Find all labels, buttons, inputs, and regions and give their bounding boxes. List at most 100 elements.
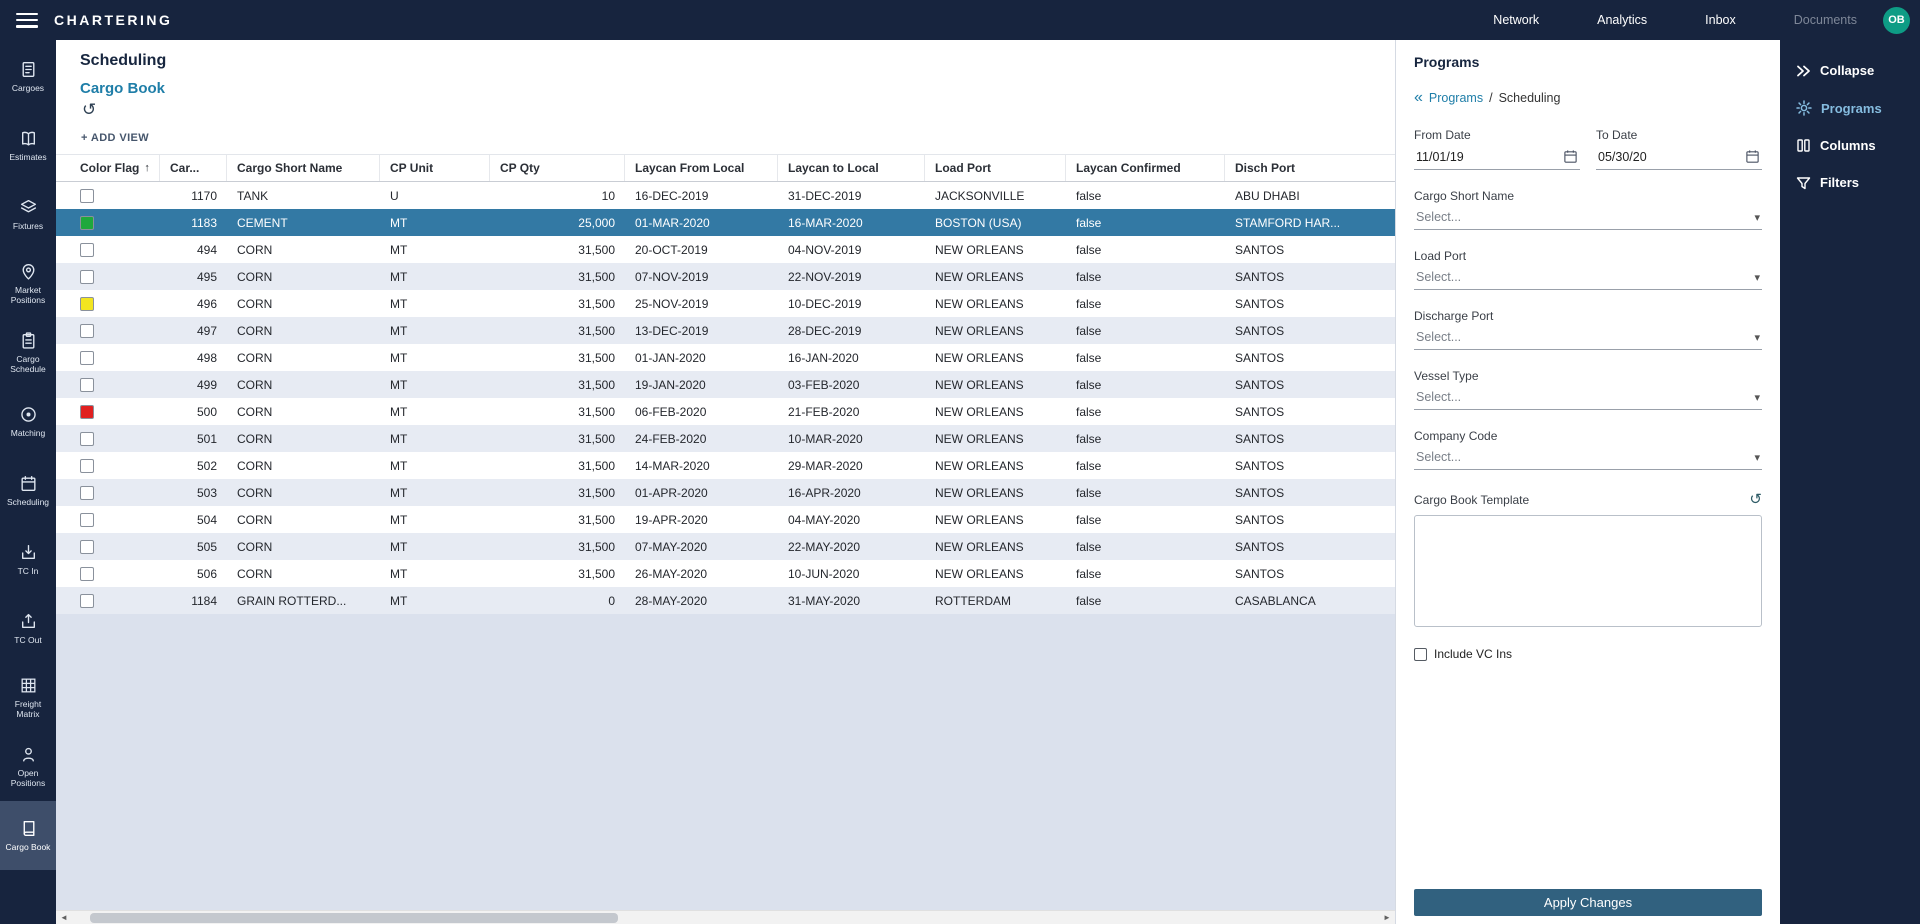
- table-row[interactable]: 500 CORN MT 31,500 06-FEB-2020 21-FEB-20…: [56, 398, 1395, 425]
- calendar-icon[interactable]: [1745, 149, 1760, 164]
- sidebar-item-cargo-book[interactable]: Cargo Book: [0, 801, 56, 870]
- hamburger-menu-icon[interactable]: [16, 13, 38, 28]
- cargo-short-name-select[interactable]: Select... ▾: [1414, 203, 1762, 230]
- cargo-book-template-input[interactable]: [1414, 515, 1762, 627]
- sidebar-item-label: Scheduling: [7, 497, 49, 507]
- load-port-select[interactable]: Select... ▾: [1414, 263, 1762, 290]
- include-vc-ins-checkbox[interactable]: [1414, 648, 1427, 661]
- column-header-cp-unit[interactable]: CP Unit: [380, 155, 490, 181]
- discharge-port-select[interactable]: Select... ▾: [1414, 323, 1762, 350]
- vessel-type-select[interactable]: Select... ▾: [1414, 383, 1762, 410]
- collapse-button[interactable]: Collapse: [1780, 52, 1920, 89]
- cp-unit-cell: MT: [380, 317, 490, 344]
- sidebar-item-open-positions[interactable]: Open Positions: [0, 732, 56, 801]
- to-date-input[interactable]: 05/30/20: [1596, 142, 1762, 170]
- apply-changes-button[interactable]: Apply Changes: [1414, 889, 1762, 916]
- column-header-load-port[interactable]: Load Port: [925, 155, 1066, 181]
- double-chevron-left-icon[interactable]: «: [1414, 90, 1423, 106]
- color-flag-checkbox[interactable]: [80, 540, 94, 554]
- user-avatar[interactable]: OB: [1883, 7, 1910, 34]
- disch-port-cell: SANTOS: [1225, 371, 1395, 398]
- table-row[interactable]: 494 CORN MT 31,500 20-OCT-2019 04-NOV-20…: [56, 236, 1395, 263]
- undo-icon[interactable]: ↺: [1749, 492, 1762, 507]
- sidebar-item-scheduling[interactable]: Scheduling: [0, 456, 56, 525]
- color-flag-checkbox[interactable]: [80, 270, 94, 284]
- disch-port-cell: SANTOS: [1225, 506, 1395, 533]
- color-flag-checkbox[interactable]: [80, 216, 94, 230]
- table-row[interactable]: 1184 GRAIN ROTTERD... MT 0 28-MAY-2020 3…: [56, 587, 1395, 614]
- column-header-cargo-short-name[interactable]: Cargo Short Name: [227, 155, 380, 181]
- chevron-down-icon: ▾: [1754, 211, 1760, 224]
- sidebar-item-estimates[interactable]: Estimates: [0, 111, 56, 180]
- column-header-disch-port[interactable]: Disch Port: [1225, 155, 1395, 181]
- undo-icon[interactable]: ↺: [82, 101, 104, 118]
- sidebar-item-freight-matrix[interactable]: Freight Matrix: [0, 663, 56, 732]
- color-flag-checkbox[interactable]: [80, 243, 94, 257]
- toolbar-item-programs[interactable]: Programs: [1780, 89, 1920, 127]
- sidebar-item-tc-out[interactable]: TC Out: [0, 594, 56, 663]
- table-row[interactable]: 504 CORN MT 31,500 19-APR-2020 04-MAY-20…: [56, 506, 1395, 533]
- color-flag-checkbox[interactable]: [80, 486, 94, 500]
- color-flag-cell: [56, 344, 160, 371]
- table-row[interactable]: 498 CORN MT 31,500 01-JAN-2020 16-JAN-20…: [56, 344, 1395, 371]
- cp-unit-cell: U: [380, 182, 490, 209]
- column-header-laycan-from[interactable]: Laycan From Local: [625, 155, 778, 181]
- column-header-laycan-confirmed[interactable]: Laycan Confirmed: [1066, 155, 1225, 181]
- color-flag-checkbox[interactable]: [80, 567, 94, 581]
- color-flag-checkbox[interactable]: [80, 594, 94, 608]
- cp-unit-cell: MT: [380, 344, 490, 371]
- color-flag-checkbox[interactable]: [80, 459, 94, 473]
- laycan-from-cell: 25-NOV-2019: [625, 290, 778, 317]
- table-row[interactable]: 1183 CEMENT MT 25,000 01-MAR-2020 16-MAR…: [56, 209, 1395, 236]
- add-view-button[interactable]: + ADD VIEW: [81, 132, 1395, 144]
- nav-item-analytics[interactable]: Analytics: [1597, 13, 1647, 27]
- load-port-cell: NEW ORLEANS: [925, 344, 1066, 371]
- company-code-select[interactable]: Select... ▾: [1414, 443, 1762, 470]
- table-row[interactable]: 506 CORN MT 31,500 26-MAY-2020 10-JUN-20…: [56, 560, 1395, 587]
- color-flag-checkbox[interactable]: [80, 513, 94, 527]
- color-flag-checkbox[interactable]: [80, 378, 94, 392]
- sidebar-item-market-positions[interactable]: Market Positions: [0, 249, 56, 318]
- color-flag-checkbox[interactable]: [80, 189, 94, 203]
- column-header-cp-qty[interactable]: CP Qty: [490, 155, 625, 181]
- scroll-left-arrow-icon[interactable]: ◄: [56, 913, 72, 922]
- column-header-color-flag[interactable]: Color Flag ↑: [56, 155, 160, 181]
- scrollbar-thumb[interactable]: [90, 913, 618, 923]
- horizontal-scrollbar[interactable]: ◄ ►: [56, 910, 1395, 924]
- nav-item-inbox[interactable]: Inbox: [1705, 13, 1736, 27]
- table-row[interactable]: 502 CORN MT 31,500 14-MAR-2020 29-MAR-20…: [56, 452, 1395, 479]
- column-header-cargo-id[interactable]: Car...: [160, 155, 227, 181]
- scroll-right-arrow-icon[interactable]: ►: [1379, 913, 1395, 922]
- table-row[interactable]: 496 CORN MT 31,500 25-NOV-2019 10-DEC-20…: [56, 290, 1395, 317]
- table-row[interactable]: 501 CORN MT 31,500 24-FEB-2020 10-MAR-20…: [56, 425, 1395, 452]
- color-flag-checkbox[interactable]: [80, 432, 94, 446]
- laycan-confirmed-cell: false: [1066, 209, 1225, 236]
- sidebar-item-cargo-schedule[interactable]: Cargo Schedule: [0, 318, 56, 387]
- section-title: Cargo Book: [80, 80, 1395, 97]
- sidebar-item-cargoes[interactable]: Cargoes: [0, 42, 56, 111]
- table-row[interactable]: 495 CORN MT 31,500 07-NOV-2019 22-NOV-20…: [56, 263, 1395, 290]
- cargo-short-name-cell: CORN: [227, 344, 380, 371]
- toolbar-item-columns[interactable]: Columns: [1780, 127, 1920, 164]
- toolbar-item-filters[interactable]: Filters: [1780, 164, 1920, 201]
- sidebar-item-fixtures[interactable]: Fixtures: [0, 180, 56, 249]
- color-flag-checkbox[interactable]: [80, 405, 94, 419]
- sidebar-item-tc-in[interactable]: TC In: [0, 525, 56, 594]
- table-row[interactable]: 505 CORN MT 31,500 07-MAY-2020 22-MAY-20…: [56, 533, 1395, 560]
- laycan-confirmed-cell: false: [1066, 533, 1225, 560]
- nav-item-network[interactable]: Network: [1493, 13, 1539, 27]
- color-flag-checkbox[interactable]: [80, 324, 94, 338]
- table-row[interactable]: 499 CORN MT 31,500 19-JAN-2020 03-FEB-20…: [56, 371, 1395, 398]
- from-date-input[interactable]: 11/01/19: [1414, 142, 1580, 170]
- table-row[interactable]: 503 CORN MT 31,500 01-APR-2020 16-APR-20…: [56, 479, 1395, 506]
- sidebar-item-label: Market Positions: [5, 285, 51, 305]
- color-flag-checkbox[interactable]: [80, 297, 94, 311]
- column-header-laycan-to[interactable]: Laycan to Local: [778, 155, 925, 181]
- table-row[interactable]: 497 CORN MT 31,500 13-DEC-2019 28-DEC-20…: [56, 317, 1395, 344]
- disch-port-cell: SANTOS: [1225, 263, 1395, 290]
- table-row[interactable]: 1170 TANK U 10 16-DEC-2019 31-DEC-2019 J…: [56, 182, 1395, 209]
- sidebar-item-matching[interactable]: Matching: [0, 387, 56, 456]
- breadcrumb-link-programs[interactable]: Programs: [1429, 91, 1483, 105]
- color-flag-checkbox[interactable]: [80, 351, 94, 365]
- calendar-icon[interactable]: [1563, 149, 1578, 164]
